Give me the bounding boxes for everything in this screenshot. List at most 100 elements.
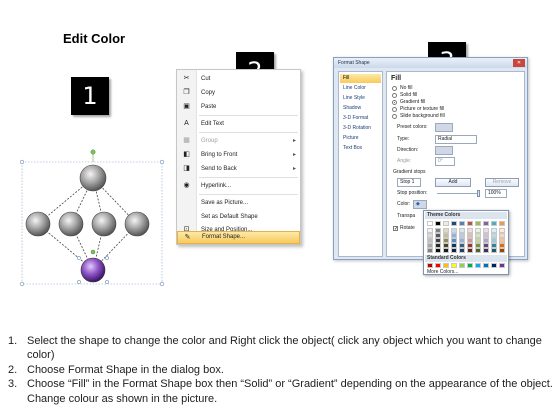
more-colors-link[interactable]: More Colors... (427, 269, 458, 276)
color-swatch[interactable] (499, 248, 505, 253)
edit-text-icon: A (184, 120, 189, 127)
color-swatch[interactable] (443, 221, 449, 226)
color-swatch[interactable] (435, 221, 441, 226)
nav-line-color[interactable]: Line Color (340, 84, 381, 93)
color-swatch[interactable] (475, 263, 481, 268)
color-swatch[interactable] (483, 221, 489, 226)
menu-item-group[interactable]: ▦ Group ▸ (177, 134, 300, 148)
menu-item-save-as-picture[interactable]: Save as Picture... (177, 196, 300, 210)
nav-text-box[interactable]: Text Box (340, 144, 381, 153)
sphere-mid-2[interactable] (58, 211, 84, 237)
color-swatch[interactable] (483, 248, 489, 253)
menu-item-send-to-back[interactable]: ◨ Send to Back ▸ (177, 162, 300, 176)
rotate-checkbox[interactable]: ✓ (393, 226, 398, 232)
color-swatch[interactable] (451, 221, 457, 226)
radio-picture-fill[interactable] (392, 107, 397, 112)
nav-line-style[interactable]: Line Style (340, 94, 381, 103)
label-no-fill: No fill (400, 85, 413, 91)
label-type: Type: (397, 136, 410, 142)
hyperlink-icon: ◉ (183, 182, 190, 189)
radio-no-fill[interactable] (392, 86, 397, 91)
rotate-handle[interactable] (90, 149, 96, 155)
label-rotate: Rotate (400, 225, 415, 231)
sphere-top[interactable] (79, 164, 107, 192)
add-stop-button[interactable]: Add (435, 178, 471, 187)
menu-item-bring-to-front[interactable]: ◧ Bring to Front ▸ (177, 148, 300, 162)
angle-input[interactable]: 0° (435, 157, 455, 166)
color-picker-button[interactable]: ◆ (413, 200, 427, 209)
color-swatch[interactable] (467, 221, 473, 226)
scissors-icon: ✂ (183, 75, 190, 82)
menu-item-cut[interactable]: ✂ Cut (177, 72, 300, 86)
color-swatch[interactable] (459, 263, 465, 268)
stop-position-slider[interactable] (437, 193, 479, 194)
color-swatch[interactable] (435, 248, 441, 253)
paste-icon: ▣ (183, 103, 190, 110)
page-title: Edit Color (63, 31, 126, 46)
menu-item-hyperlink[interactable]: ◉ Hyperlink... (177, 179, 300, 193)
color-swatch[interactable] (427, 263, 433, 268)
menu-separator (199, 115, 298, 116)
dialog-nav: Fill Line Color Line Style Shadow 3-D Fo… (338, 71, 383, 257)
instruction-item: 3. Choose “Fill” in the Format Shape box… (8, 378, 553, 405)
menu-item-copy[interactable]: ❐ Copy (177, 86, 300, 100)
color-swatch[interactable] (499, 221, 505, 226)
nav-shadow[interactable]: Shadow (340, 104, 381, 113)
dialog-title: Format Shape (334, 58, 527, 68)
sphere-bottom-selected[interactable] (80, 257, 106, 283)
color-swatch[interactable] (451, 263, 457, 268)
slider-thumb[interactable] (477, 190, 480, 197)
connector-lines (37, 177, 138, 271)
color-swatch[interactable] (475, 248, 481, 253)
color-swatch[interactable] (491, 248, 497, 253)
stop-select[interactable]: Stop 1 (397, 178, 421, 187)
radio-solid-fill[interactable] (392, 93, 397, 98)
color-swatch[interactable] (467, 263, 473, 268)
send-back-icon: ◨ (183, 165, 190, 172)
color-swatch[interactable] (451, 248, 457, 253)
color-swatch[interactable] (427, 221, 433, 226)
sphere-mid-4[interactable] (124, 211, 150, 237)
format-shape-icon: ✎ (184, 234, 191, 241)
color-swatch[interactable] (491, 263, 497, 268)
selected-shape-diagram[interactable] (18, 148, 168, 288)
color-swatch[interactable] (499, 263, 505, 268)
color-swatch[interactable] (443, 248, 449, 253)
instruction-item: 2. Choose Format Shape in the dialog box… (8, 363, 224, 376)
nav-3d-format[interactable]: 3-D Format (340, 114, 381, 123)
menu-separator (199, 194, 298, 195)
radio-gradient-fill[interactable] (392, 100, 397, 105)
color-swatch[interactable] (483, 263, 489, 268)
menu-item-format-shape[interactable]: ✎ Format Shape... (177, 231, 300, 244)
radio-slide-bg-fill[interactable] (392, 114, 397, 119)
direction-dropdown[interactable] (435, 146, 453, 155)
submenu-arrow-icon: ▸ (292, 152, 296, 158)
preset-colors-dropdown[interactable] (435, 123, 453, 132)
bottom-rotate-handle[interactable] (90, 249, 96, 255)
nav-fill[interactable]: Fill (340, 74, 381, 83)
nav-3d-rotation[interactable]: 3-D Rotation (340, 124, 381, 133)
close-icon[interactable]: ✕ (513, 59, 525, 67)
menu-item-set-default-shape[interactable]: Set as Default Shape (177, 210, 300, 224)
color-swatch[interactable] (467, 248, 473, 253)
copy-icon: ❐ (183, 89, 190, 96)
menu-item-edit-text[interactable]: A Edit Text (177, 117, 300, 131)
stop-position-input[interactable]: 100% (485, 189, 507, 198)
color-swatch[interactable] (459, 248, 465, 253)
menu-item-paste[interactable]: ▣ Paste (177, 100, 300, 114)
label-angle: Angle: (397, 158, 412, 164)
color-swatch[interactable] (443, 263, 449, 268)
color-swatch[interactable] (491, 221, 497, 226)
color-swatch[interactable] (459, 221, 465, 226)
menu-separator (199, 132, 298, 133)
color-palette-popup: Theme Colors Standard Colors More Colors… (423, 210, 509, 275)
color-swatch[interactable] (427, 248, 433, 253)
label-preset-colors: Preset colors: (397, 124, 428, 130)
type-select[interactable]: Radial (435, 135, 477, 144)
sphere-mid-3[interactable] (91, 211, 117, 237)
color-swatch[interactable] (475, 221, 481, 226)
sphere-mid-1[interactable] (25, 211, 51, 237)
remove-stop-button[interactable]: Remove (485, 178, 519, 187)
color-swatch[interactable] (435, 263, 441, 268)
nav-picture[interactable]: Picture (340, 134, 381, 143)
